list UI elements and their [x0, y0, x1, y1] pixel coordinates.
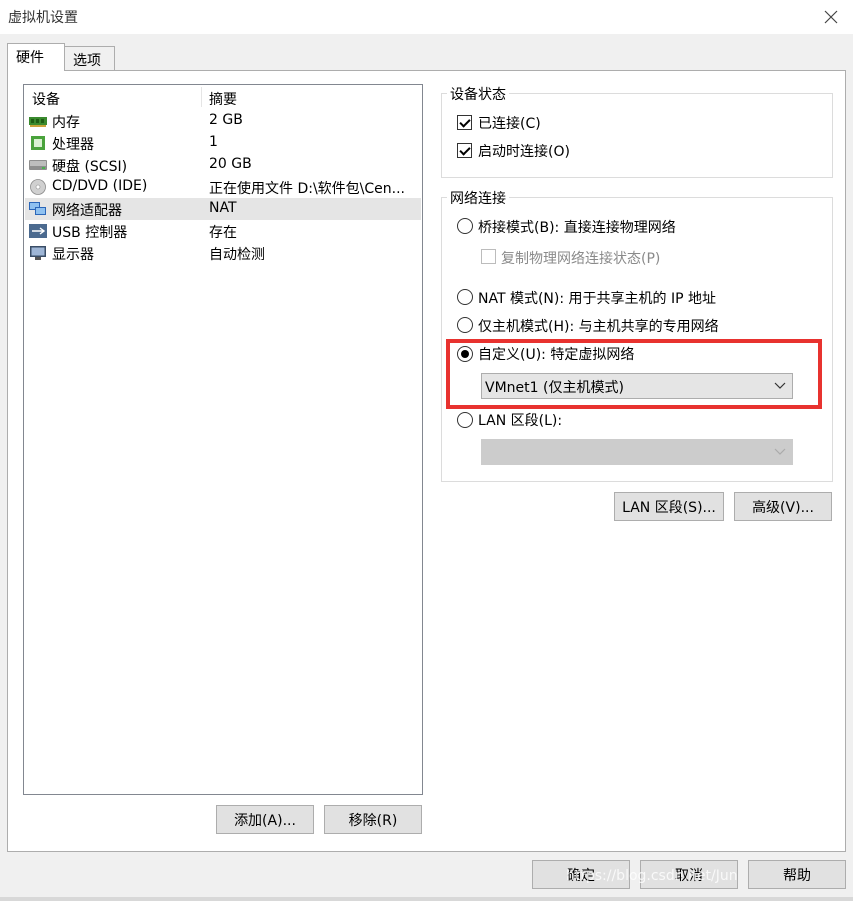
device-name: 内存: [52, 115, 80, 131]
network-adapter-icon: [29, 202, 46, 215]
usb-icon: [29, 224, 47, 238]
network-connection-title: 网络连接: [447, 188, 509, 208]
title-bar: 虚拟机设置: [0, 0, 853, 34]
replicate-state-label[interactable]: 复制物理网络连接状态(P): [501, 248, 660, 268]
display-icon: [30, 246, 46, 260]
remove-device-button[interactable]: 移除(R): [324, 805, 422, 834]
device-summary: 自动检测: [209, 247, 265, 263]
window-title: 虚拟机设置: [8, 10, 78, 26]
connect-on-start-checkbox[interactable]: [457, 143, 472, 158]
device-list-header: 设备 摘要: [24, 85, 422, 109]
tab-hardware[interactable]: 硬件: [7, 43, 65, 71]
device-row-harddisk[interactable]: 硬盘 (SCSI) 20 GB: [25, 154, 421, 176]
device-summary: NAT: [209, 200, 237, 216]
device-summary: 2 GB: [209, 112, 243, 128]
bridged-label[interactable]: 桥接模式(B): 直接连接物理网络: [478, 217, 676, 237]
column-separator[interactable]: [201, 87, 202, 107]
device-summary: 20 GB: [209, 156, 252, 172]
processor-icon: [31, 136, 45, 150]
nat-radio[interactable]: [457, 289, 473, 305]
add-device-button[interactable]: 添加(A)...: [216, 805, 314, 834]
device-row-network-adapter[interactable]: 网络适配器 NAT: [25, 198, 421, 220]
cancel-button[interactable]: 取消: [640, 860, 738, 889]
device-row-cd-dvd[interactable]: CD/DVD (IDE) 正在使用文件 D:\软件包\Cen...: [25, 176, 421, 198]
connect-on-start-label[interactable]: 启动时连接(O): [478, 141, 570, 161]
device-row-display[interactable]: 显示器 自动检测: [25, 242, 421, 264]
harddisk-icon: [29, 160, 47, 170]
device-name: 处理器: [52, 137, 94, 153]
device-row-processor[interactable]: 处理器 1: [25, 132, 421, 154]
device-name: 网络适配器: [52, 203, 122, 219]
column-header-device[interactable]: 设备: [32, 89, 60, 109]
lan-segment-radio[interactable]: [457, 412, 473, 428]
connected-label[interactable]: 已连接(C): [478, 113, 541, 133]
lan-segment-select[interactable]: [481, 439, 793, 465]
device-name: CD/DVD (IDE): [52, 178, 148, 194]
cd-dvd-icon: [30, 179, 46, 195]
nat-label[interactable]: NAT 模式(N): 用于共享主机的 IP 地址: [478, 288, 716, 308]
highlight-annotation-box: [446, 339, 822, 409]
lan-segments-button[interactable]: LAN 区段(S)...: [614, 492, 724, 521]
help-button[interactable]: 帮助: [748, 860, 846, 889]
bottom-border: [0, 897, 853, 901]
replicate-state-checkbox[interactable]: [481, 249, 496, 264]
device-summary: 1: [209, 134, 218, 150]
memory-icon: [29, 117, 47, 127]
device-status-title: 设备状态: [447, 84, 509, 104]
device-name: 硬盘 (SCSI): [52, 159, 128, 175]
device-row-usb[interactable]: USB 控制器 存在: [25, 220, 421, 242]
chevron-down-icon: [774, 448, 786, 455]
device-list[interactable]: 设备 摘要 内存 2 GB 处理器 1 硬盘 (SCSI) 20 GB CD/D…: [23, 84, 423, 795]
lan-segment-label[interactable]: LAN 区段(L):: [478, 410, 562, 430]
connected-checkbox[interactable]: [457, 115, 472, 130]
bridged-radio[interactable]: [457, 218, 473, 234]
close-icon: [824, 10, 838, 24]
close-button[interactable]: [809, 0, 853, 34]
device-name: 显示器: [52, 247, 94, 263]
device-summary: 正在使用文件 D:\软件包\Cen...: [209, 181, 405, 197]
ok-button[interactable]: 确定: [532, 860, 630, 889]
device-row-memory[interactable]: 内存 2 GB: [25, 110, 421, 132]
host-only-radio[interactable]: [457, 317, 473, 333]
tab-options[interactable]: 选项: [64, 46, 115, 70]
device-summary: 存在: [209, 225, 237, 241]
device-name: USB 控制器: [52, 225, 128, 241]
advanced-button[interactable]: 高级(V)...: [734, 492, 832, 521]
device-status-group: [441, 93, 833, 178]
host-only-label[interactable]: 仅主机模式(H): 与主机共享的专用网络: [478, 316, 719, 336]
column-header-summary[interactable]: 摘要: [209, 89, 237, 109]
